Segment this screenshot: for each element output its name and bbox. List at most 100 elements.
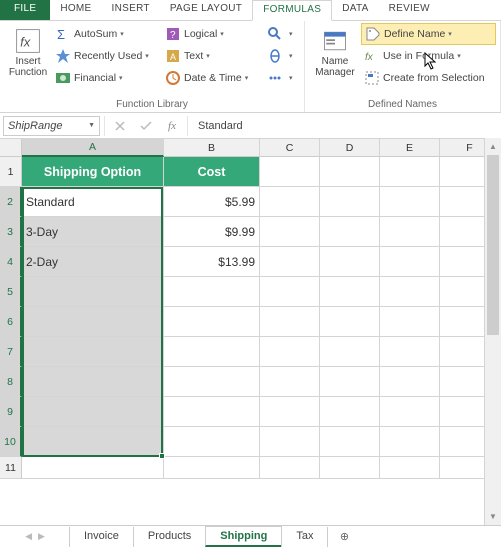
col-header-e[interactable]: E xyxy=(380,139,440,157)
group-function-library: fx Insert Function ΣAutoSum▾ Recently Us… xyxy=(0,21,305,112)
more-icon xyxy=(267,70,283,86)
select-all-corner[interactable] xyxy=(0,139,22,157)
cell-c1[interactable] xyxy=(260,157,320,187)
scroll-thumb[interactable] xyxy=(487,155,499,335)
cell-e2[interactable] xyxy=(380,187,440,217)
cell-a4[interactable]: 2-Day xyxy=(22,247,164,277)
insert-function-button[interactable]: fx Insert Function xyxy=(4,23,52,98)
vertical-scrollbar[interactable]: ▲ ▼ xyxy=(484,138,501,525)
tab-review[interactable]: REVIEW xyxy=(379,0,440,20)
enter-formula-button[interactable] xyxy=(135,116,157,136)
star-icon xyxy=(55,48,71,64)
recently-used-button[interactable]: Recently Used▾ xyxy=(52,45,162,67)
row-header-3[interactable]: 3 xyxy=(0,217,22,247)
math-button[interactable]: ▾ xyxy=(264,45,296,67)
row-header-8[interactable]: 8 xyxy=(0,367,22,397)
cell-b3[interactable]: $9.99 xyxy=(164,217,260,247)
cell-a2[interactable]: Standard xyxy=(22,187,164,217)
cell-c2[interactable] xyxy=(260,187,320,217)
worksheet-grid[interactable]: A B C D E F 1 Shipping Option Cost 2 Sta… xyxy=(0,139,501,479)
fx-small-icon: fx xyxy=(364,48,380,64)
use-in-formula-button[interactable]: fxUse in Formula▾ xyxy=(361,45,496,67)
cell-c4[interactable] xyxy=(260,247,320,277)
sheet-tab-shipping[interactable]: Shipping xyxy=(205,526,282,547)
insert-function-fx-button[interactable]: fx xyxy=(161,116,183,136)
row-header-7[interactable]: 7 xyxy=(0,337,22,367)
row-header-6[interactable]: 6 xyxy=(0,307,22,337)
svg-text:fx: fx xyxy=(20,34,31,49)
scroll-up-icon[interactable]: ▲ xyxy=(485,138,501,155)
more-functions-button[interactable]: ▾ xyxy=(264,67,296,89)
sheet-tab-bar: ◀ ▶ Invoice Products Shipping Tax ⊕ xyxy=(0,525,501,547)
date-time-button[interactable]: Date & Time▾ xyxy=(162,67,264,89)
col-header-b[interactable]: B xyxy=(164,139,260,157)
row-header-10[interactable]: 10 xyxy=(0,427,22,457)
cell-d2[interactable] xyxy=(320,187,380,217)
cell-a5[interactable] xyxy=(22,277,164,307)
ribbon-tabs: FILE HOME INSERT PAGE LAYOUT FORMULAS DA… xyxy=(0,0,501,21)
sheet-nav-next-icon[interactable]: ▶ xyxy=(38,531,45,542)
col-header-c[interactable]: C xyxy=(260,139,320,157)
tab-home[interactable]: HOME xyxy=(50,0,101,20)
row-header-1[interactable]: 1 xyxy=(0,157,22,187)
row-header-5[interactable]: 5 xyxy=(0,277,22,307)
create-from-selection-button[interactable]: Create from Selection xyxy=(361,67,496,89)
sheet-tab-products[interactable]: Products xyxy=(133,527,206,547)
tab-insert[interactable]: INSERT xyxy=(102,0,160,20)
question-icon: ? xyxy=(165,26,181,42)
sheet-nav-prev-icon[interactable]: ◀ xyxy=(25,531,32,542)
cell-a1[interactable]: Shipping Option xyxy=(22,157,164,187)
cell-b1[interactable]: Cost xyxy=(164,157,260,187)
row-header-2[interactable]: 2 xyxy=(0,187,22,217)
row-header-4[interactable]: 4 xyxy=(0,247,22,277)
x-icon xyxy=(114,120,126,132)
logical-button[interactable]: ?Logical▾ xyxy=(162,23,264,45)
name-box[interactable]: ShipRange▼ xyxy=(3,116,100,136)
cell-c3[interactable] xyxy=(260,217,320,247)
selection-icon xyxy=(364,70,380,86)
fx-icon: fx xyxy=(14,27,42,55)
name-manager-button[interactable]: Name Manager xyxy=(309,23,361,98)
add-sheet-button[interactable]: ⊕ xyxy=(334,530,354,543)
col-header-a[interactable]: A xyxy=(22,139,164,157)
tab-page-layout[interactable]: PAGE LAYOUT xyxy=(160,0,252,20)
chevron-down-icon[interactable]: ▼ xyxy=(88,122,95,129)
fill-handle[interactable] xyxy=(159,453,165,459)
cell-a6[interactable] xyxy=(22,307,164,337)
cell-d1[interactable] xyxy=(320,157,380,187)
cell-e1[interactable] xyxy=(380,157,440,187)
autosum-button[interactable]: ΣAutoSum▾ xyxy=(52,23,162,45)
cell-a10[interactable] xyxy=(22,427,164,457)
lookup-button[interactable]: ▾ xyxy=(264,23,296,45)
cell-b4[interactable]: $13.99 xyxy=(164,247,260,277)
sigma-icon: Σ xyxy=(55,26,71,42)
formula-bar-row: ShipRange▼ fx xyxy=(0,113,501,139)
sheet-tab-tax[interactable]: Tax xyxy=(281,527,328,547)
cell-a9[interactable] xyxy=(22,397,164,427)
tab-data[interactable]: DATA xyxy=(332,0,378,20)
cell-e4[interactable] xyxy=(380,247,440,277)
money-icon xyxy=(55,70,71,86)
row-header-11[interactable]: 11 xyxy=(0,457,22,479)
financial-button[interactable]: Financial▾ xyxy=(52,67,162,89)
cell-d4[interactable] xyxy=(320,247,380,277)
cell-d3[interactable] xyxy=(320,217,380,247)
cell-a8[interactable] xyxy=(22,367,164,397)
cell-a11[interactable] xyxy=(22,457,164,479)
svg-text:fx: fx xyxy=(365,52,374,63)
cell-a3[interactable]: 3-Day xyxy=(22,217,164,247)
sheet-tab-invoice[interactable]: Invoice xyxy=(69,527,134,547)
cell-e3[interactable] xyxy=(380,217,440,247)
scroll-down-icon[interactable]: ▼ xyxy=(485,508,501,525)
text-icon: A xyxy=(165,48,181,64)
tab-formulas[interactable]: FORMULAS xyxy=(252,0,332,21)
cell-a7[interactable] xyxy=(22,337,164,367)
formula-bar-input[interactable] xyxy=(192,116,498,136)
col-header-d[interactable]: D xyxy=(320,139,380,157)
row-header-9[interactable]: 9 xyxy=(0,397,22,427)
text-button[interactable]: AText▾ xyxy=(162,45,264,67)
define-name-button[interactable]: Define Name▾ xyxy=(361,23,496,45)
cell-b2[interactable]: $5.99 xyxy=(164,187,260,217)
tab-file[interactable]: FILE xyxy=(0,0,50,20)
cancel-formula-button[interactable] xyxy=(109,116,131,136)
